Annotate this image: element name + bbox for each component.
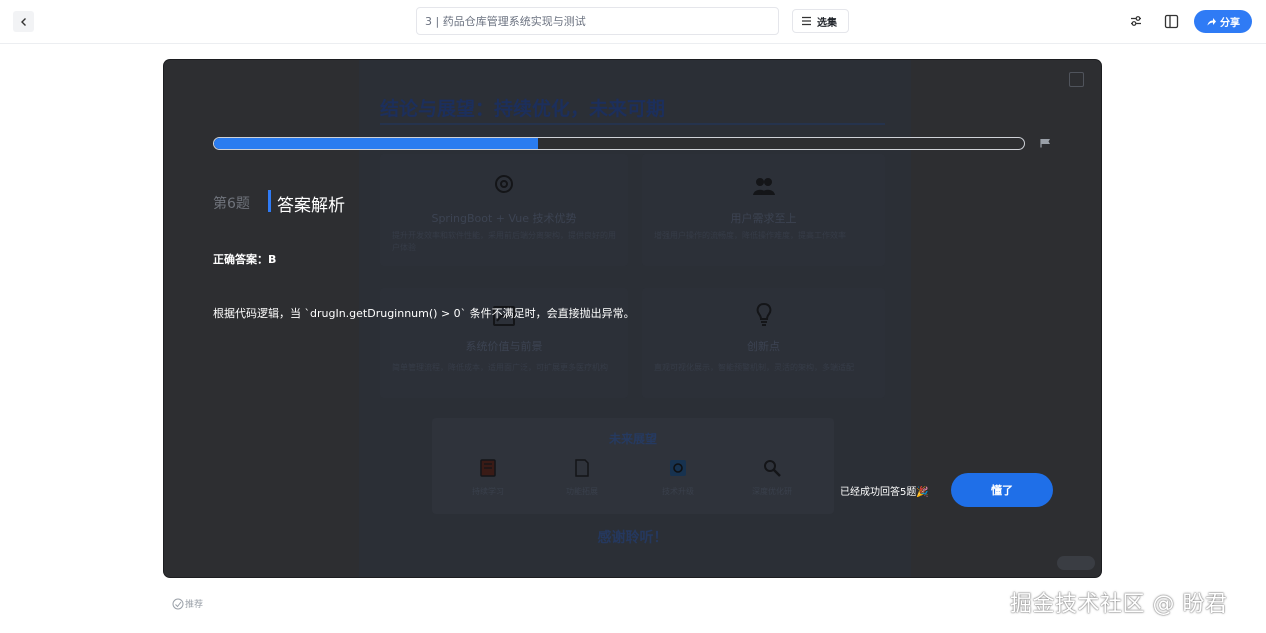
slide-thanks: 感谢聆听！ xyxy=(597,530,668,546)
back-icon xyxy=(20,17,26,26)
question-number: 第6题 xyxy=(213,196,250,212)
share-icon xyxy=(1207,18,1216,26)
filter-icon xyxy=(1131,16,1141,26)
split-view-button[interactable] xyxy=(1163,13,1179,29)
back-button[interactable] xyxy=(13,11,34,32)
gear-icon xyxy=(495,175,513,193)
future-outlook: 未来展望 持续学习 功能拓展 技术升级 深度优化研 xyxy=(432,418,834,514)
refresh-icon xyxy=(670,460,686,476)
share-label: 分享 xyxy=(1220,18,1240,29)
list-icon xyxy=(802,16,811,26)
users-icon xyxy=(753,178,775,195)
future-label: 功能拓展 xyxy=(566,487,598,496)
select-label: 选集 xyxy=(817,17,837,29)
card-innovation: 创新点 直观可视化展示，智能预警机制，灵活的架构，多端适配 xyxy=(642,288,885,398)
recommend-label: 推荐 xyxy=(185,600,204,610)
card-title: 创新点 xyxy=(747,340,780,353)
quiz-progress-bar xyxy=(213,137,1025,150)
lightbulb-icon xyxy=(756,302,772,326)
correct-answer: 正确答案：B xyxy=(213,253,277,266)
flag-icon xyxy=(1040,139,1050,148)
doc-title: 3 | 药品仓库管理系统实现与测试 xyxy=(425,15,586,28)
card-text: 增强用户操作的流畅度，降低操作难度，提高工作效率 xyxy=(654,231,846,240)
future-item: 功能拓展 xyxy=(552,458,612,497)
future-item: 持续学习 xyxy=(458,458,518,497)
card-text: 直观可视化展示，智能预警机制，灵活的架构，多端适配 xyxy=(654,363,854,372)
card-users: 用户需求至上 增强用户操作的流畅度，降低操作难度，提高工作效率 xyxy=(642,154,885,266)
card-title: 用户需求至上 xyxy=(730,212,797,225)
share-button[interactable]: 分享 xyxy=(1194,10,1252,33)
future-title: 未来展望 xyxy=(608,432,657,446)
card-text: 简单管理流程，降低成本，适用面广泛，可扩展更多医疗机构 xyxy=(392,363,608,372)
answer-title: 答案解析 xyxy=(277,196,345,216)
filter-button[interactable] xyxy=(1128,13,1144,29)
card-tech: SpringBoot + Vue 技术优势 提升开发效率和软件性能，采用前后端分… xyxy=(380,154,628,266)
recommend-link[interactable]: 推荐 xyxy=(172,597,203,610)
future-label: 深度优化研 xyxy=(752,487,792,496)
doc-title-field[interactable]: 3 | 药品仓库管理系统实现与测试 xyxy=(416,7,779,35)
future-label: 持续学习 xyxy=(472,487,504,496)
future-item: 技术升级 xyxy=(648,458,708,497)
card-title: 系统价值与前景 xyxy=(465,340,543,353)
split-view-icon xyxy=(1164,14,1178,28)
future-label: 技术升级 xyxy=(662,487,694,496)
answer-explanation: 根据代码逻辑，当 `drugIn.getDruginnum() > 0` 条件不… xyxy=(213,307,635,320)
slide-title-underline xyxy=(380,123,885,125)
recommend-icon xyxy=(172,598,184,609)
slide-title: 结论与展望：持续优化，未来可期 xyxy=(380,98,666,120)
success-count: 已经成功回答5题🎉 xyxy=(840,487,929,498)
card-text: 提升开发效率和软件性能，采用前后端分离架构，提供良好的用户体验 xyxy=(392,231,616,252)
future-item: 深度优化研 xyxy=(742,458,802,497)
page-indicator xyxy=(1057,556,1095,570)
answer-title-accent xyxy=(268,190,271,212)
search-icon xyxy=(764,460,781,477)
document-icon xyxy=(575,459,589,477)
select-episode-button[interactable]: 选集 xyxy=(792,9,849,33)
quiz-progress-fill xyxy=(214,138,538,149)
collapse-icon[interactable] xyxy=(1069,72,1084,87)
watermark: 掘金技术社区 @ 盼君 xyxy=(1010,592,1228,617)
card-title: SpringBoot + Vue 技术优势 xyxy=(431,212,577,225)
got-it-button[interactable]: 懂了 xyxy=(951,473,1053,507)
top-bar: 3 | 药品仓库管理系统实现与测试 选集 分享 xyxy=(0,0,1266,44)
book-icon xyxy=(480,459,496,477)
